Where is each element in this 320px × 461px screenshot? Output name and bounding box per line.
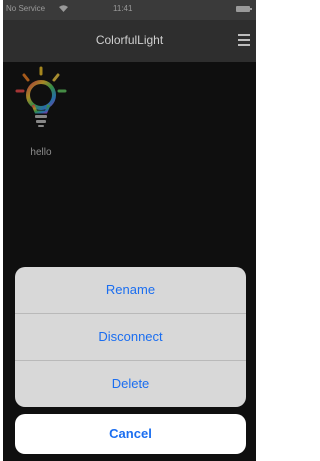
delete-button[interactable]: Delete	[15, 361, 246, 407]
battery-icon	[236, 6, 252, 12]
nav-title: ColorfulLight	[95, 33, 164, 47]
cancel-button[interactable]: Cancel	[15, 414, 246, 454]
carrier-label: No Service	[6, 4, 46, 13]
action-sheet: Rename Disconnect Delete	[15, 267, 246, 407]
disconnect-button[interactable]: Disconnect	[15, 314, 246, 361]
menu-icon[interactable]	[238, 34, 250, 46]
status-time: 11:41	[113, 4, 133, 13]
phone-screen: No Service 11:41 ColorfulLight hello Ren…	[3, 0, 256, 461]
rename-button[interactable]: Rename	[15, 267, 246, 314]
wifi-icon	[59, 5, 68, 14]
status-bar: No Service 11:41	[3, 0, 256, 20]
nav-bar: ColorfulLight	[3, 20, 256, 62]
